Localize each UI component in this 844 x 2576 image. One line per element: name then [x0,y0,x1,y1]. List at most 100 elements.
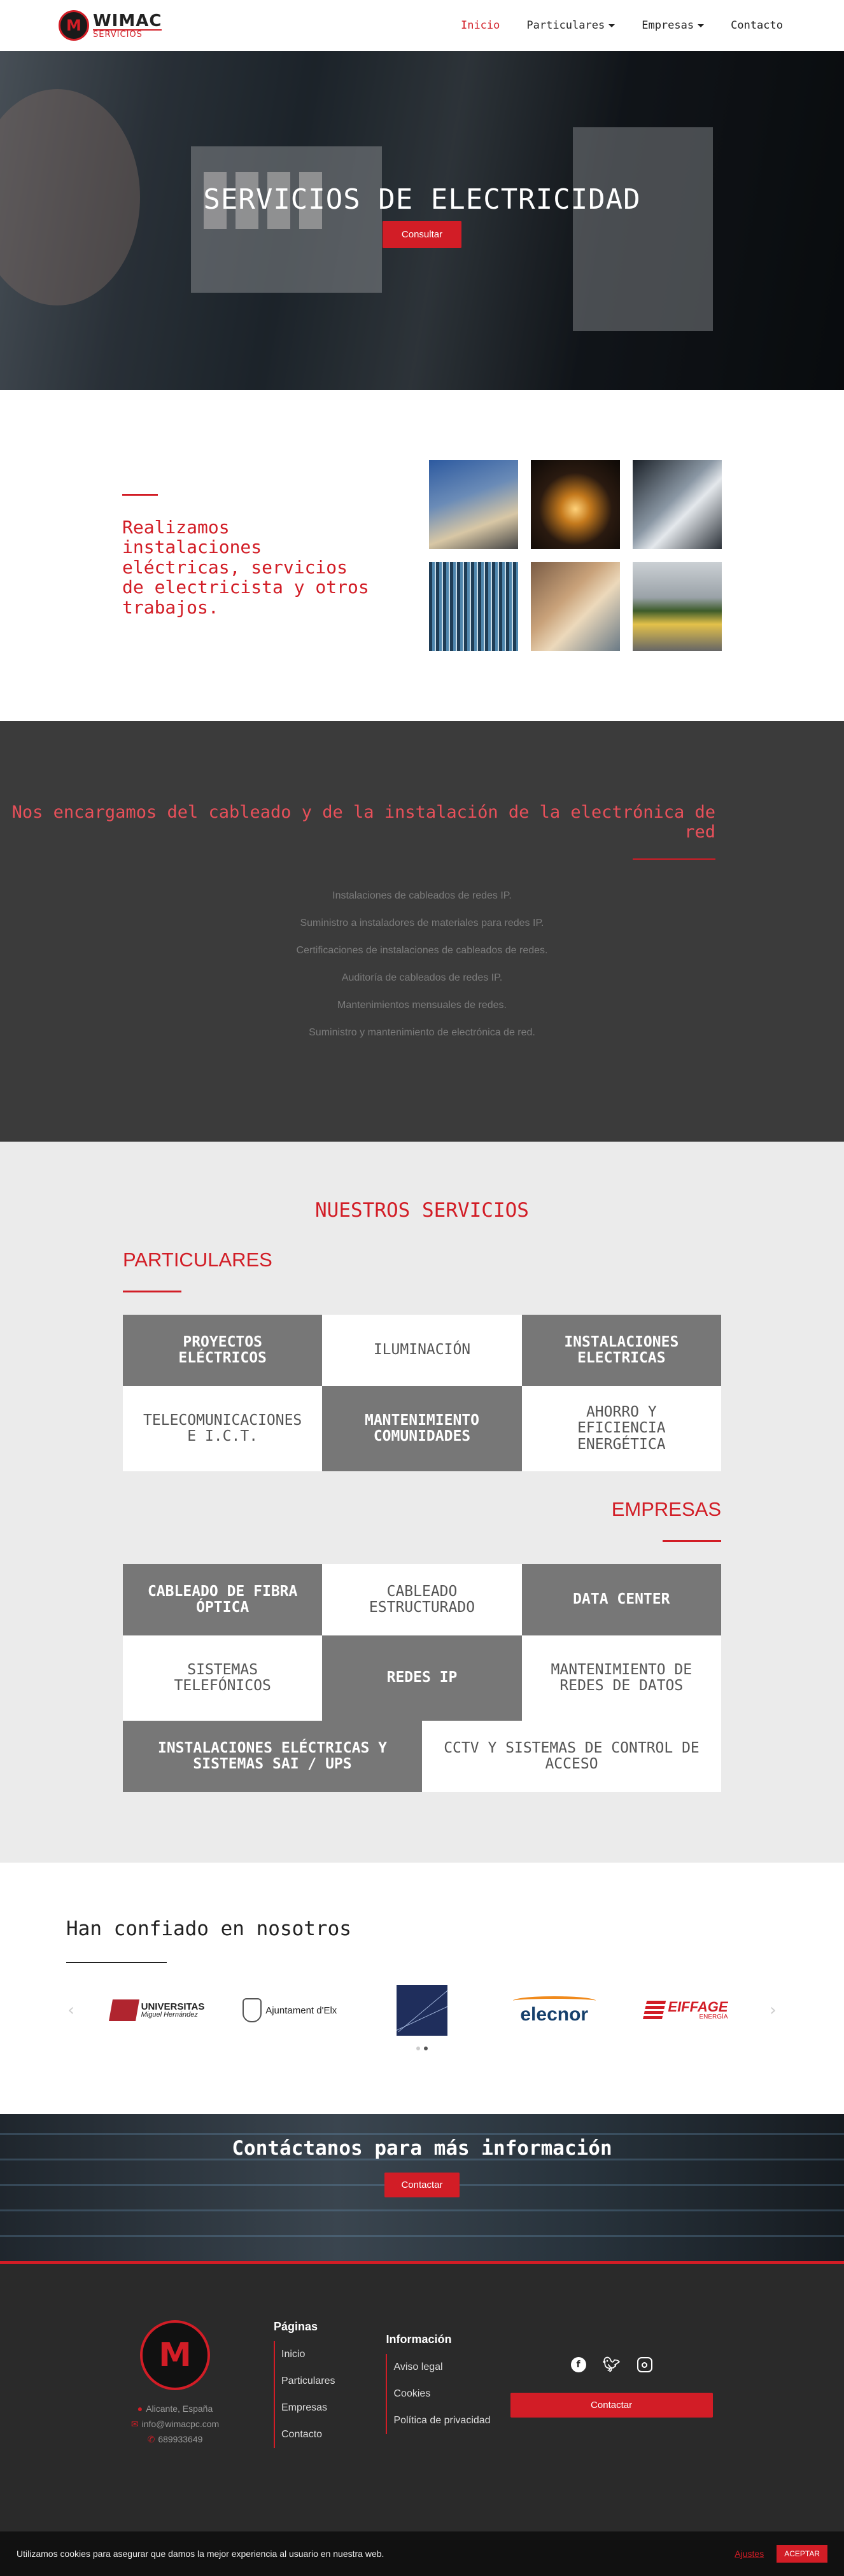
carousel-dot[interactable] [416,2047,420,2050]
cookie-accept-button[interactable]: ACEPTAR [777,2545,827,2563]
footer-link-empresas[interactable]: Empresas [281,2395,335,2421]
phone-icon: ✆ [147,2433,155,2444]
social-links: f 🐦︎ [510,2357,714,2373]
divider [123,1291,181,1292]
clients-heading: Han confiado en nosotros [66,1917,351,1940]
footer-info-heading: Información [386,2333,452,2346]
carousel-dots [66,2041,778,2053]
divider [122,494,158,496]
gallery-image [531,460,620,549]
brand-logo[interactable]: M WIMAC SERVICIOS [59,10,162,41]
clients-carousel: ‹ UNIVERSITAS Miguel Hernández Ajuntamen… [66,1985,778,2036]
list-item: Instalaciones de cableados de redes IP. [332,890,512,902]
divider [633,858,715,860]
service-tile[interactable]: AHORRO Y EFICIENCIA ENERGÉTICA [521,1386,721,1471]
footer-contactar-button[interactable]: Contactar [510,2393,713,2418]
footer-email[interactable]: ✉ info@wimacpc.com [127,2417,223,2432]
cta-heading: Contáctanos para más información [232,2137,612,2160]
service-tile[interactable]: CABLEADO ESTRUCTURADO [322,1564,522,1635]
hero-title: SERVICIOS DE ELECTRICIDAD [203,183,641,216]
footer-logo-icon: M [140,2320,210,2390]
map-pin-icon: ● [137,2404,143,2414]
list-item: Mantenimientos mensuales de redes. [337,1000,507,1011]
footer-link-privacidad[interactable]: Política de privacidad [393,2407,490,2434]
cookie-settings-link[interactable]: Ajustes [735,2549,764,2559]
consultar-button[interactable]: Consultar [382,221,462,248]
footer-info: Información Aviso legal Cookies Política… [386,2333,491,2531]
cta-section: Contáctanos para más información Contact… [0,2114,844,2264]
divider [663,1540,721,1542]
gallery-image [429,562,518,651]
particulares-heading: PARTICULARES [123,1249,272,1271]
nav-item-contacto[interactable]: Contacto [731,19,783,32]
chevron-down-icon [698,24,705,27]
cookie-text: Utilizamos cookies para asegurar que dam… [17,2549,384,2559]
footer-location: ● Alicante, España [137,2404,213,2414]
hero-banner: SERVICIOS DE ELECTRICIDAD Consultar [0,51,844,390]
empresas-wide-row: INSTALACIONES ELÉCTRICAS Y SISTEMAS SAI … [123,1721,721,1792]
intro-heading: Realizamos instalaciones eléctricas, ser… [122,517,369,618]
umh-logo-icon: UNIVERSITAS Miguel Hernández [108,1985,207,2036]
top-nav: M WIMAC SERVICIOS Inicio Particulares Em… [0,0,844,51]
service-tile[interactable]: DATA CENTER [521,1564,721,1635]
chevron-right-icon[interactable]: › [768,2001,778,2020]
instagram-icon[interactable] [637,2357,652,2372]
list-item: Certificaciones de instalaciones de cabl… [296,945,548,956]
empresas-heading: EMPRESAS [611,1498,721,1520]
nav-item-inicio[interactable]: Inicio [461,19,500,32]
divider [66,1962,167,1963]
brand-name: WIMAC [93,11,162,31]
footer-link-cookies[interactable]: Cookies [393,2381,490,2407]
footer-pages-heading: Páginas [274,2320,318,2333]
service-tile[interactable]: MANTENIMIENTO COMUNIDADES [322,1386,522,1471]
list-item: Suministro y mantenimiento de electrónic… [309,1027,535,1039]
list-item: Auditoría de cableados de redes IP. [341,972,503,984]
service-tile[interactable]: PROYECTOS ELÉCTRICOS [123,1315,323,1386]
services-title: NUESTROS SERVICIOS [315,1199,529,1222]
service-tile[interactable]: SISTEMAS TELEFÓNICOS [123,1635,323,1721]
clients-section: Han confiado en nosotros ‹ UNIVERSITAS M… [0,1863,844,2114]
carousel-dot[interactable] [424,2047,428,2050]
chevron-down-icon [608,24,615,27]
service-tile[interactable]: INSTALACIONES ELÉCTRICAS Y SISTEMAS SAI … [123,1721,422,1792]
services-section: NUESTROS SERVICIOS PARTICULARES PROYECTO… [0,1142,844,1863]
service-tile[interactable]: INSTALACIONES ELECTRICAS [521,1315,721,1386]
particulares-grid: PROYECTOS ELÉCTRICOS ILUMINACIÓN INSTALA… [123,1315,721,1471]
network-heading: Nos encargamos del cableado y de la inst… [11,802,715,843]
elx-logo-icon: Ajuntament d'Elx [240,1985,339,2036]
gallery-image [633,562,722,651]
gallery-image [531,562,620,651]
main-menu: Inicio Particulares Empresas Contacto [461,19,783,32]
nav-item-particulares[interactable]: Particulares [526,19,615,32]
contactar-button[interactable]: Contactar [384,2173,460,2197]
service-tile[interactable]: REDES IP [322,1635,522,1721]
list-item: Suministro a instaladores de materiales … [300,918,544,929]
gallery-image [633,460,722,549]
facebook-icon[interactable]: f [570,2357,586,2372]
twitter-icon[interactable]: 🐦︎ [603,2357,621,2373]
gallery-image [429,460,518,549]
nav-item-empresas[interactable]: Empresas [642,19,705,32]
footer-pages: Páginas Inicio Particulares Empresas Con… [274,2320,335,2531]
blue-square-logo-icon [372,1985,472,2036]
network-section: Nos encargamos del cableado y de la inst… [0,721,844,1142]
footer-link-contacto[interactable]: Contacto [281,2421,335,2448]
service-tile[interactable]: MANTENIMIENTO DE REDES DE DATOS [521,1635,721,1721]
empresas-grid: CABLEADO DE FIBRA ÓPTICA CABLEADO ESTRUC… [123,1564,721,1721]
intro-section: Realizamos instalaciones eléctricas, ser… [0,390,844,721]
eiffage-logo-icon: EIFFAGE ENERGÍA [637,1985,736,2036]
service-tile[interactable]: TELECOMUNICACIONES E I.C.T. [123,1386,323,1471]
service-tile[interactable]: CABLEADO DE FIBRA ÓPTICA [123,1564,323,1635]
footer-link-aviso-legal[interactable]: Aviso legal [393,2354,490,2381]
logo-mark-icon: M [59,10,89,41]
service-tile[interactable]: CCTV Y SISTEMAS DE CONTROL DE ACCESO [422,1721,721,1792]
chevron-left-icon[interactable]: ‹ [66,2001,76,2020]
footer-phone[interactable]: ✆ 689933649 [127,2432,223,2447]
footer: M ● Alicante, España ✉ info@wimacpc.com ✆ 6… [0,2264,844,2531]
footer-link-inicio[interactable]: Inicio [281,2341,335,2368]
cookie-banner: Utilizamos cookies para asegurar que dam… [0,2531,844,2576]
service-tile[interactable]: ILUMINACIÓN [322,1315,522,1386]
footer-link-particulares[interactable]: Particulares [281,2368,335,2395]
brand-sub: SERVICIOS [93,29,162,39]
envelope-icon: ✉ [130,2418,139,2429]
